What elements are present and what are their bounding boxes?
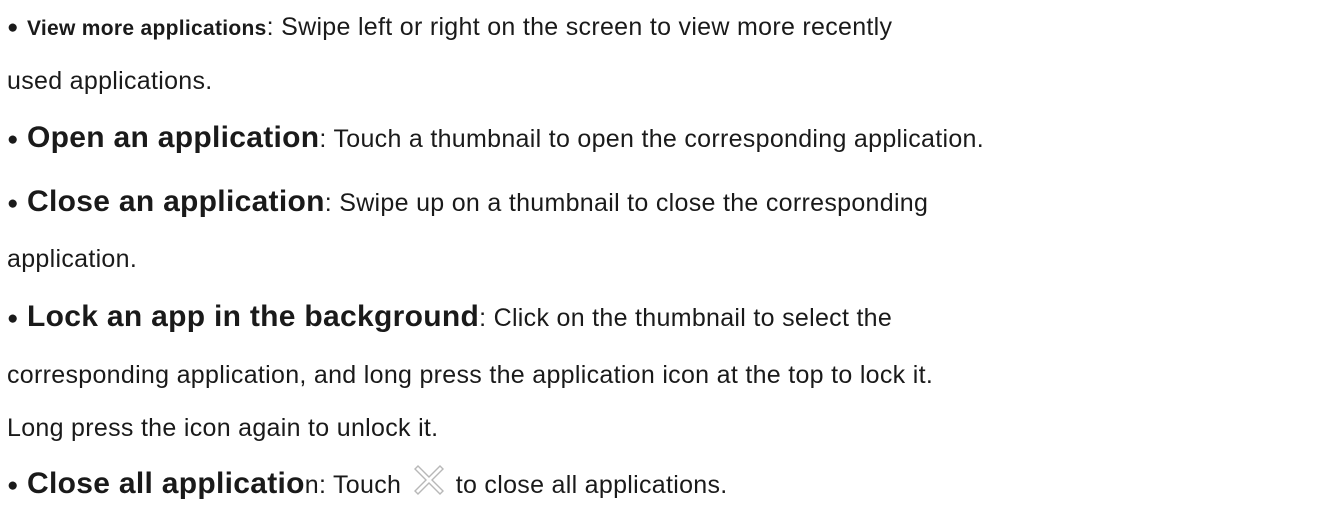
item-term: Lock an app in the background <box>27 300 480 333</box>
item-line: ● Open an application: Touch a thumbnail … <box>7 114 984 162</box>
bullet: ● <box>7 129 19 150</box>
item-description-continued: application. <box>7 245 138 273</box>
item-term: Close all applicatio <box>27 467 305 500</box>
bullet: ● <box>7 193 19 214</box>
item-term: Open an application <box>27 121 320 154</box>
item-line: ● Close an application: Swipe up on a thu… <box>7 178 928 226</box>
item-description: : Swipe up on a thumbnail to close the c… <box>324 189 929 217</box>
item-line: ● View more applications: Swipe left or r… <box>7 5 892 49</box>
item-term-tail: n <box>304 471 319 499</box>
bullet: ● <box>7 308 19 329</box>
item-description-continued: corresponding application, and long pres… <box>7 361 934 389</box>
bullet: ● <box>7 475 19 496</box>
item-description-continued: used applications. <box>7 67 213 95</box>
item-description: : Touch <box>318 471 409 499</box>
bullet: ● <box>7 17 19 38</box>
item-description: to close all applications. <box>448 471 728 499</box>
item-term: View more applications <box>27 17 267 40</box>
item-description: : Touch a thumbnail to open the correspo… <box>319 125 985 153</box>
item-line: ● Close all application: Touch to close a… <box>7 460 728 508</box>
item-description-continued: Long press the icon again to unlock it. <box>7 414 439 442</box>
item-term: Close an application <box>27 185 325 218</box>
close-x-icon <box>412 463 446 497</box>
item-description: : Swipe left or right on the screen to v… <box>266 13 893 41</box>
item-line: ● Lock an app in the background: Click on… <box>7 293 892 341</box>
item-description: : Click on the thumbnail to select the <box>479 304 893 332</box>
